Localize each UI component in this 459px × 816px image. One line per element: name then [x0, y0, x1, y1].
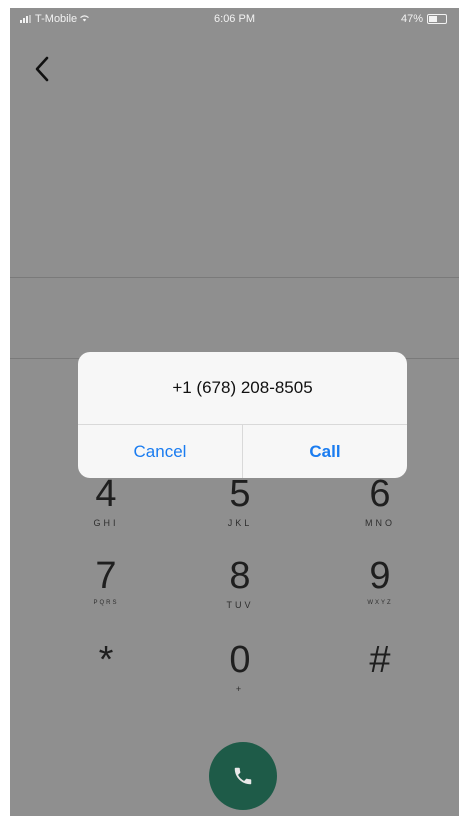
key-digit: # — [369, 639, 391, 681]
key-6[interactable]: 6 MNO — [320, 474, 440, 564]
key-letters: GHI — [93, 518, 119, 528]
call-button[interactable] — [209, 742, 277, 810]
key-digit: 5 — [229, 473, 251, 515]
key-letters: + — [235, 684, 245, 694]
phone-icon — [234, 767, 252, 785]
cancel-button[interactable]: Cancel — [78, 425, 242, 478]
key-letters: TUV — [226, 600, 254, 610]
phone-frame: T-Mobile 6:06 PM 47% 4 GHI 5 JKL 6 MNO 7… — [0, 0, 459, 816]
status-right: 47% — [401, 13, 447, 25]
key-8[interactable]: 8 TUV — [180, 556, 300, 646]
status-time: 6:06 PM — [214, 13, 255, 25]
dialog-phone-number: +1 (678) 208-8505 — [172, 378, 313, 397]
dialer-screen: T-Mobile 6:06 PM 47% 4 GHI 5 JKL 6 MNO 7… — [10, 8, 459, 816]
key-4[interactable]: 4 GHI — [46, 474, 166, 564]
key-letters: PQRS — [93, 600, 119, 606]
key-star[interactable]: * — [46, 640, 166, 730]
key-letters: WXYZ — [367, 600, 393, 606]
key-letters: JKL — [227, 518, 253, 528]
status-bar: T-Mobile 6:06 PM 47% — [10, 8, 459, 32]
divider-top — [10, 277, 459, 278]
key-digit: 8 — [229, 555, 251, 597]
call-confirm-dialog: +1 (678) 208-8505 Cancel Call — [78, 352, 407, 478]
key-digit: 9 — [369, 555, 391, 597]
key-0[interactable]: 0 + — [180, 640, 300, 730]
key-digit: 0 — [229, 639, 251, 681]
key-digit: 7 — [95, 555, 117, 597]
key-9[interactable]: 9 WXYZ — [320, 556, 440, 646]
confirm-call-button[interactable]: Call — [243, 425, 407, 478]
back-button[interactable] — [28, 52, 56, 86]
key-letters: MNO — [365, 518, 395, 528]
key-hash[interactable]: # — [320, 640, 440, 730]
chevron-left-icon — [35, 56, 49, 82]
key-digit: * — [98, 639, 114, 681]
key-digit: 6 — [369, 473, 391, 515]
key-5[interactable]: 5 JKL — [180, 474, 300, 564]
battery-icon — [427, 14, 447, 24]
key-7[interactable]: 7 PQRS — [46, 556, 166, 646]
battery-percent: 47% — [400, 13, 423, 25]
key-digit: 4 — [95, 473, 117, 515]
